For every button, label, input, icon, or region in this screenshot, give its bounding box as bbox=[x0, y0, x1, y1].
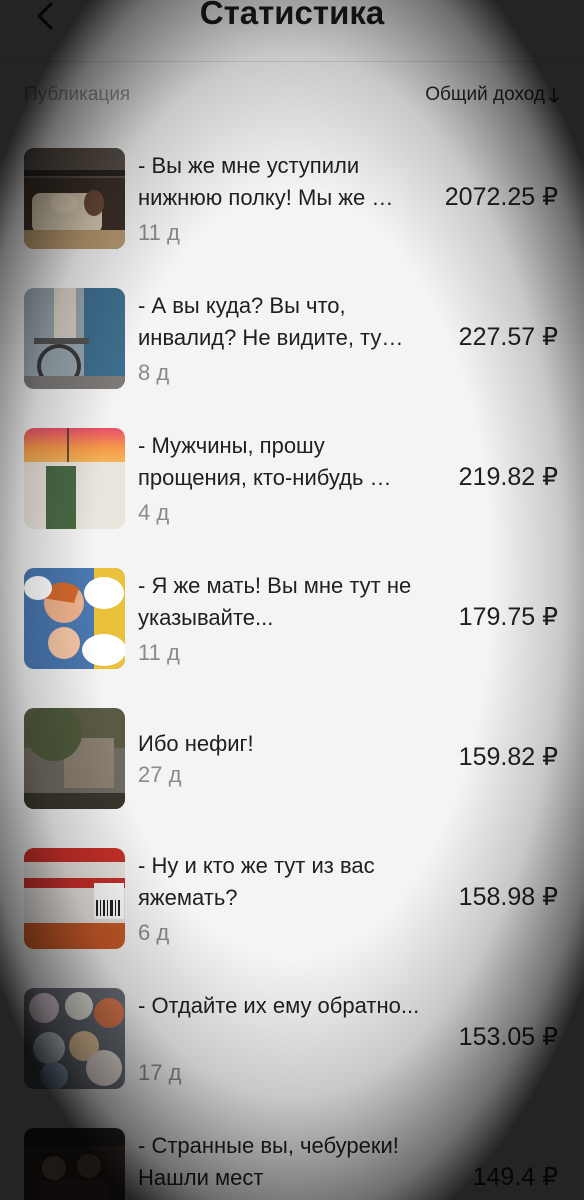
publication-age: 4 д bbox=[138, 500, 170, 525]
column-header: Публикация Общий доход bbox=[24, 84, 560, 110]
publication-title: - Вы же мне уступили нижнюю полку! Мы же… bbox=[138, 153, 394, 210]
publication-thumbnail bbox=[24, 568, 125, 669]
publication-thumbnail bbox=[24, 708, 125, 809]
app-header: Статистика bbox=[0, 0, 584, 62]
publication-thumbnail bbox=[24, 428, 125, 529]
publication-income: 227.57 ₽ bbox=[458, 323, 558, 351]
publication-row[interactable]: - Мужчины, прошу прощения, кто-нибудь … … bbox=[24, 428, 564, 530]
page-title: Статистика bbox=[199, 0, 385, 31]
publication-title: Ибо нефиг! bbox=[138, 731, 254, 756]
publication-age: 11 д bbox=[138, 640, 180, 665]
publication-title: - Отдайте их ему обратно... bbox=[138, 993, 420, 1018]
publication-column-label: Публикация bbox=[24, 84, 131, 105]
publication-title: - Странные вы, чебуреки! Нашли мест bbox=[138, 1133, 399, 1190]
publication-age: 27 д bbox=[138, 762, 182, 787]
publication-income: 159.82 ₽ bbox=[458, 743, 558, 771]
publication-row[interactable]: - Вы же мне уступили нижнюю полку! Мы же… bbox=[24, 148, 564, 250]
publication-income: 2072.25 ₽ bbox=[444, 183, 558, 211]
publication-thumbnail bbox=[24, 1128, 125, 1200]
publication-income: 219.82 ₽ bbox=[458, 463, 558, 491]
sort-label: Общий доход bbox=[425, 84, 545, 105]
publication-income: 158.98 ₽ bbox=[458, 883, 558, 911]
publication-title: - Я же мать! Вы мне тут не указывайте... bbox=[138, 573, 412, 630]
publication-age: 17 д bbox=[138, 1060, 182, 1085]
publication-thumbnail bbox=[24, 148, 125, 249]
publication-thumbnail bbox=[24, 848, 125, 949]
publication-title: - А вы куда? Вы что, инвалид? Не видите,… bbox=[138, 293, 404, 350]
publication-row[interactable]: - Странные вы, чебуреки! Нашли мест 149.… bbox=[24, 1128, 564, 1200]
publication-thumbnail bbox=[24, 988, 125, 1089]
publication-age: 11 д bbox=[138, 220, 180, 245]
publication-row[interactable]: - Я же мать! Вы мне тут не указывайте...… bbox=[24, 568, 564, 670]
publication-age: 8 д bbox=[138, 360, 170, 385]
sort-by-income-button[interactable]: Общий доход bbox=[425, 84, 560, 106]
publication-thumbnail bbox=[24, 288, 125, 389]
publication-row[interactable]: Ибо нефиг! 27 д 159.82 ₽ bbox=[24, 708, 564, 810]
publication-income: 179.75 ₽ bbox=[458, 603, 558, 631]
publication-income: 153.05 ₽ bbox=[458, 1023, 558, 1051]
publication-age: 6 д bbox=[138, 920, 170, 945]
arrow-down-icon bbox=[548, 88, 560, 104]
publication-row[interactable]: - Ну и кто же тут из вас яжемать? 6 д 15… bbox=[24, 848, 564, 950]
publication-row[interactable]: - А вы куда? Вы что, инвалид? Не видите,… bbox=[24, 288, 564, 390]
publication-row[interactable]: - Отдайте их ему обратно... 17 д 153.05 … bbox=[24, 988, 564, 1090]
publication-income: 149.4 ₽ bbox=[472, 1163, 558, 1191]
publication-title: - Мужчины, прошу прощения, кто-нибудь … bbox=[138, 433, 392, 490]
publication-title: - Ну и кто же тут из вас яжемать? bbox=[138, 853, 375, 910]
